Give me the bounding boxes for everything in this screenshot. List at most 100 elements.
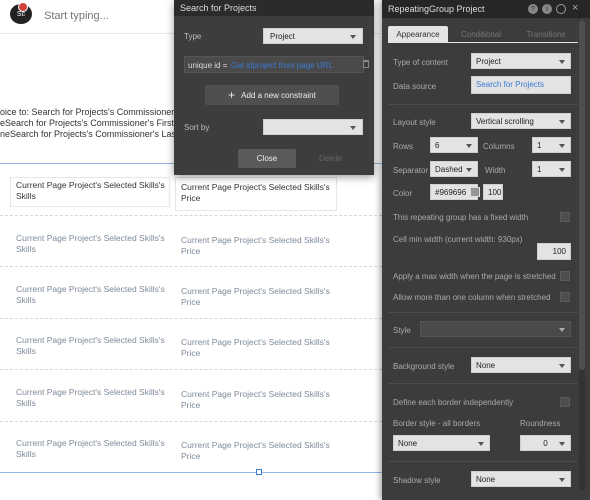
- panel-scrollbar-thumb[interactable]: [579, 20, 585, 370]
- comment-icon[interactable]: [556, 4, 566, 14]
- border-independent-label: Define each border independently: [393, 398, 514, 407]
- rg-cell-price: Current Page Project's Selected Skills's…: [181, 337, 330, 358]
- rg-cell-price[interactable]: Current Page Project's Selected Skills's…: [181, 182, 331, 204]
- constraint-key: unique id =: [188, 61, 228, 70]
- chevron-down-icon: [559, 328, 565, 332]
- data-source-field[interactable]: Search for Projects: [471, 76, 571, 94]
- chevron-down-icon: [559, 144, 565, 148]
- type-of-content-dropdown[interactable]: Project: [471, 53, 571, 69]
- property-editor-panel: RepeatingGroup Project ? i × Appearance …: [382, 0, 590, 500]
- chevron-down-icon: [350, 35, 356, 39]
- max-width-label: Apply a max width when the page is stret…: [393, 272, 556, 281]
- rg-cell-skills: Current Page Project's Selected Skills's…: [16, 387, 165, 408]
- type-label: Type: [184, 32, 202, 41]
- rg-separator: [0, 318, 382, 319]
- rg-separator: [0, 421, 382, 422]
- rows-dropdown[interactable]: 6: [430, 137, 478, 153]
- shadow-style-dropdown[interactable]: None: [471, 471, 571, 487]
- plus-icon: +: [228, 88, 236, 102]
- border-style-dropdown[interactable]: None: [393, 435, 490, 451]
- type-dropdown[interactable]: Project: [263, 28, 363, 44]
- fixed-width-label: This repeating group has a fixed width: [393, 213, 529, 222]
- section-divider: [388, 104, 578, 105]
- multi-column-checkbox[interactable]: [560, 292, 570, 302]
- width-label: Width: [485, 166, 506, 175]
- rg-cell-price: Current Page Project's Selected Skills's…: [181, 440, 330, 461]
- layout-style-label: Layout style: [393, 118, 436, 127]
- columns-dropdown[interactable]: 1: [532, 137, 571, 153]
- border-style-label: Border style - all borders: [393, 419, 481, 428]
- chevron-down-icon: [559, 120, 565, 124]
- tab-appearance[interactable]: Appearance: [388, 26, 448, 42]
- add-constraint-button[interactable]: + Add a new constraint: [205, 85, 339, 105]
- chevron-down-icon: [559, 478, 565, 482]
- data-source-label: Data source: [393, 82, 437, 91]
- rg-cell-price: Current Page Project's Selected Skills's…: [181, 389, 330, 410]
- chevron-down-icon: [559, 168, 565, 172]
- separator-label: Separator: [393, 166, 429, 175]
- color-opacity-field[interactable]: 100: [483, 184, 503, 200]
- chevron-down-icon: [466, 168, 472, 172]
- layout-style-dropdown[interactable]: Vertical scrolling: [471, 113, 571, 129]
- fixed-width-checkbox[interactable]: [560, 212, 570, 222]
- max-width-checkbox[interactable]: [560, 271, 570, 281]
- trash-icon[interactable]: [363, 60, 369, 68]
- tab-conditional[interactable]: Conditional: [450, 26, 512, 42]
- rg-cell-skills: Current Page Project's Selected Skills's…: [16, 438, 165, 459]
- info-icon[interactable]: i: [542, 4, 552, 14]
- rg-cell-skills: Current Page Project's Selected Skills's…: [16, 335, 165, 356]
- roundness-dropdown[interactable]: 0: [520, 435, 571, 451]
- tab-transitions[interactable]: Transitions: [514, 26, 578, 42]
- delete-button[interactable]: Delete: [319, 154, 342, 163]
- type-of-content-label: Type of content: [393, 58, 448, 67]
- canvas-text-line-2: eSearch for Projects's Commissioner's Fi…: [0, 118, 174, 128]
- canvas-text-line-3: neSearch for Projects's Commissioner's L…: [0, 129, 188, 139]
- section-divider: [388, 312, 578, 313]
- sort-by-dropdown[interactable]: [263, 119, 363, 135]
- rg-cell-price: Current Page Project's Selected Skills's…: [181, 286, 330, 307]
- rg-cell-price: Current Page Project's Selected Skills's…: [181, 235, 330, 256]
- columns-label: Columns: [483, 142, 515, 151]
- chevron-down-icon: [559, 364, 565, 368]
- cell-min-width-field[interactable]: 100: [537, 243, 571, 260]
- rg-bottom-border: [0, 472, 382, 473]
- search-for-projects-dialog: Search for Projects Type Project unique …: [174, 0, 374, 175]
- chevron-down-icon: [559, 60, 565, 64]
- rows-label: Rows: [393, 142, 414, 151]
- chevron-down-icon: [478, 442, 484, 446]
- color-swatch[interactable]: [470, 187, 480, 197]
- close-icon[interactable]: ×: [572, 2, 578, 14]
- help-icon[interactable]: ?: [528, 4, 538, 14]
- constraint-row[interactable]: unique id = Get idproject from page URL: [184, 56, 364, 73]
- style-label: Style: [393, 326, 411, 335]
- close-button[interactable]: Close: [238, 149, 296, 168]
- background-style-dropdown[interactable]: None: [471, 357, 571, 373]
- roundness-label: Roundness: [520, 419, 561, 428]
- rg-separator: [0, 266, 382, 267]
- section-divider: [388, 461, 578, 462]
- rg-cell-skills: Current Page Project's Selected Skills's…: [16, 284, 165, 305]
- notification-badge: [18, 2, 28, 12]
- constraint-value[interactable]: Get idproject from page URL: [231, 61, 333, 70]
- cell-min-width-label: Cell min width (current width: 930px): [393, 235, 523, 244]
- chevron-down-icon: [559, 442, 565, 446]
- sort-by-label: Sort by: [184, 123, 210, 132]
- resize-handle[interactable]: [256, 469, 262, 475]
- multi-column-label: Allow more than one column when stretche…: [393, 293, 551, 302]
- rg-cell-skills[interactable]: Current Page Project's Selected Skills's…: [16, 180, 166, 202]
- border-independent-checkbox[interactable]: [560, 397, 570, 407]
- rg-cell-skills: Current Page Project's Selected Skills's…: [16, 233, 165, 254]
- section-divider: [388, 347, 578, 348]
- color-label: Color: [393, 189, 413, 198]
- background-style-label: Background style: [393, 362, 455, 371]
- style-dropdown[interactable]: [420, 321, 571, 337]
- section-divider: [388, 383, 578, 384]
- tab-underline: [388, 42, 578, 43]
- width-dropdown[interactable]: 1: [532, 161, 571, 177]
- rg-separator: [0, 369, 382, 370]
- rg-separator: [0, 215, 382, 216]
- search-input[interactable]: [44, 6, 174, 26]
- separator-dropdown[interactable]: Dashed: [430, 161, 478, 177]
- chevron-down-icon: [466, 144, 472, 148]
- canvas-text-line-1: oice to: Search for Projects's Commissio…: [0, 107, 181, 117]
